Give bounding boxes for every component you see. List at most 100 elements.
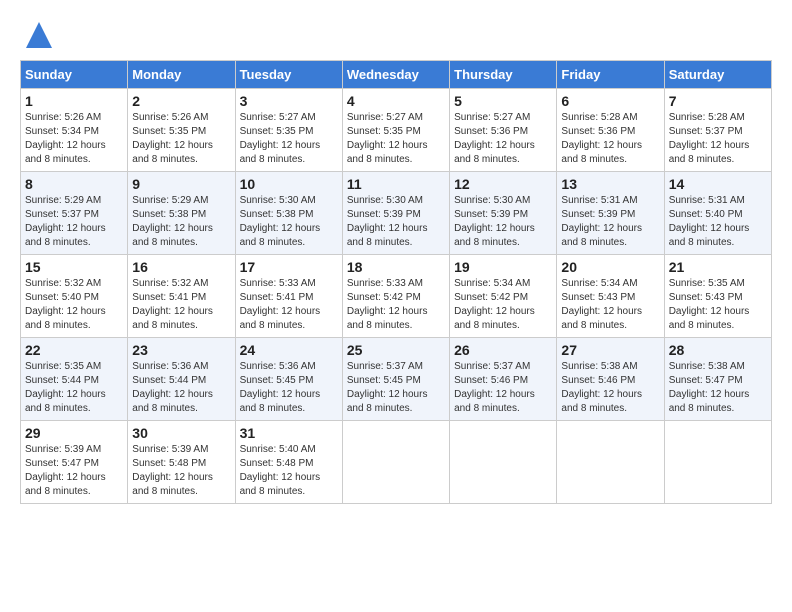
- day-number: 19: [454, 259, 552, 275]
- day-number: 21: [669, 259, 767, 275]
- day-info: Sunrise: 5:27 AMSunset: 5:35 PMDaylight:…: [347, 112, 428, 165]
- calendar-day-cell: 26 Sunrise: 5:37 AMSunset: 5:46 PMDaylig…: [450, 338, 557, 421]
- day-number: 31: [240, 425, 338, 441]
- day-info: Sunrise: 5:26 AMSunset: 5:35 PMDaylight:…: [132, 112, 213, 165]
- day-number: 2: [132, 93, 230, 109]
- calendar-day-cell: 17 Sunrise: 5:33 AMSunset: 5:41 PMDaylig…: [235, 255, 342, 338]
- day-info: Sunrise: 5:39 AMSunset: 5:47 PMDaylight:…: [25, 444, 106, 497]
- calendar-day-cell: 2 Sunrise: 5:26 AMSunset: 5:35 PMDayligh…: [128, 89, 235, 172]
- day-info: Sunrise: 5:28 AMSunset: 5:36 PMDaylight:…: [561, 112, 642, 165]
- day-info: Sunrise: 5:37 AMSunset: 5:46 PMDaylight:…: [454, 361, 535, 414]
- calendar-day-cell: 7 Sunrise: 5:28 AMSunset: 5:37 PMDayligh…: [664, 89, 771, 172]
- day-info: Sunrise: 5:30 AMSunset: 5:39 PMDaylight:…: [347, 195, 428, 248]
- day-info: Sunrise: 5:31 AMSunset: 5:39 PMDaylight:…: [561, 195, 642, 248]
- day-info: Sunrise: 5:36 AMSunset: 5:44 PMDaylight:…: [132, 361, 213, 414]
- logo-icon: [24, 20, 54, 50]
- calendar-day-cell: 14 Sunrise: 5:31 AMSunset: 5:40 PMDaylig…: [664, 172, 771, 255]
- day-info: Sunrise: 5:33 AMSunset: 5:41 PMDaylight:…: [240, 278, 321, 331]
- calendar-day-cell: 13 Sunrise: 5:31 AMSunset: 5:39 PMDaylig…: [557, 172, 664, 255]
- calendar-day-cell: 29 Sunrise: 5:39 AMSunset: 5:47 PMDaylig…: [21, 421, 128, 504]
- day-info: Sunrise: 5:30 AMSunset: 5:39 PMDaylight:…: [454, 195, 535, 248]
- day-of-week-header: Monday: [128, 61, 235, 89]
- day-number: 27: [561, 342, 659, 358]
- calendar: SundayMondayTuesdayWednesdayThursdayFrid…: [20, 60, 772, 504]
- calendar-day-cell: 9 Sunrise: 5:29 AMSunset: 5:38 PMDayligh…: [128, 172, 235, 255]
- day-number: 23: [132, 342, 230, 358]
- day-number: 9: [132, 176, 230, 192]
- day-info: Sunrise: 5:32 AMSunset: 5:41 PMDaylight:…: [132, 278, 213, 331]
- calendar-day-cell: [342, 421, 449, 504]
- day-number: 28: [669, 342, 767, 358]
- calendar-day-cell: 16 Sunrise: 5:32 AMSunset: 5:41 PMDaylig…: [128, 255, 235, 338]
- day-number: 1: [25, 93, 123, 109]
- day-number: 7: [669, 93, 767, 109]
- day-number: 11: [347, 176, 445, 192]
- day-info: Sunrise: 5:31 AMSunset: 5:40 PMDaylight:…: [669, 195, 750, 248]
- day-info: Sunrise: 5:28 AMSunset: 5:37 PMDaylight:…: [669, 112, 750, 165]
- day-number: 18: [347, 259, 445, 275]
- calendar-day-cell: 3 Sunrise: 5:27 AMSunset: 5:35 PMDayligh…: [235, 89, 342, 172]
- calendar-day-cell: 23 Sunrise: 5:36 AMSunset: 5:44 PMDaylig…: [128, 338, 235, 421]
- day-info: Sunrise: 5:27 AMSunset: 5:35 PMDaylight:…: [240, 112, 321, 165]
- day-number: 25: [347, 342, 445, 358]
- day-info: Sunrise: 5:34 AMSunset: 5:43 PMDaylight:…: [561, 278, 642, 331]
- day-number: 13: [561, 176, 659, 192]
- calendar-day-cell: 21 Sunrise: 5:35 AMSunset: 5:43 PMDaylig…: [664, 255, 771, 338]
- day-of-week-header: Wednesday: [342, 61, 449, 89]
- day-info: Sunrise: 5:29 AMSunset: 5:38 PMDaylight:…: [132, 195, 213, 248]
- calendar-header-row: SundayMondayTuesdayWednesdayThursdayFrid…: [21, 61, 772, 89]
- calendar-day-cell: 15 Sunrise: 5:32 AMSunset: 5:40 PMDaylig…: [21, 255, 128, 338]
- day-number: 15: [25, 259, 123, 275]
- calendar-day-cell: [450, 421, 557, 504]
- day-info: Sunrise: 5:40 AMSunset: 5:48 PMDaylight:…: [240, 444, 321, 497]
- day-info: Sunrise: 5:39 AMSunset: 5:48 PMDaylight:…: [132, 444, 213, 497]
- calendar-day-cell: 10 Sunrise: 5:30 AMSunset: 5:38 PMDaylig…: [235, 172, 342, 255]
- day-number: 14: [669, 176, 767, 192]
- day-number: 22: [25, 342, 123, 358]
- day-info: Sunrise: 5:29 AMSunset: 5:37 PMDaylight:…: [25, 195, 106, 248]
- day-info: Sunrise: 5:30 AMSunset: 5:38 PMDaylight:…: [240, 195, 321, 248]
- day-number: 12: [454, 176, 552, 192]
- calendar-week-row: 22 Sunrise: 5:35 AMSunset: 5:44 PMDaylig…: [21, 338, 772, 421]
- calendar-day-cell: [557, 421, 664, 504]
- day-number: 26: [454, 342, 552, 358]
- day-info: Sunrise: 5:32 AMSunset: 5:40 PMDaylight:…: [25, 278, 106, 331]
- calendar-day-cell: 1 Sunrise: 5:26 AMSunset: 5:34 PMDayligh…: [21, 89, 128, 172]
- calendar-day-cell: 22 Sunrise: 5:35 AMSunset: 5:44 PMDaylig…: [21, 338, 128, 421]
- calendar-week-row: 29 Sunrise: 5:39 AMSunset: 5:47 PMDaylig…: [21, 421, 772, 504]
- calendar-day-cell: 18 Sunrise: 5:33 AMSunset: 5:42 PMDaylig…: [342, 255, 449, 338]
- calendar-day-cell: 31 Sunrise: 5:40 AMSunset: 5:48 PMDaylig…: [235, 421, 342, 504]
- calendar-week-row: 1 Sunrise: 5:26 AMSunset: 5:34 PMDayligh…: [21, 89, 772, 172]
- day-number: 6: [561, 93, 659, 109]
- day-number: 24: [240, 342, 338, 358]
- day-info: Sunrise: 5:37 AMSunset: 5:45 PMDaylight:…: [347, 361, 428, 414]
- calendar-day-cell: 20 Sunrise: 5:34 AMSunset: 5:43 PMDaylig…: [557, 255, 664, 338]
- calendar-day-cell: 28 Sunrise: 5:38 AMSunset: 5:47 PMDaylig…: [664, 338, 771, 421]
- day-number: 17: [240, 259, 338, 275]
- header: [20, 20, 772, 50]
- day-info: Sunrise: 5:36 AMSunset: 5:45 PMDaylight:…: [240, 361, 321, 414]
- day-info: Sunrise: 5:38 AMSunset: 5:47 PMDaylight:…: [669, 361, 750, 414]
- day-number: 5: [454, 93, 552, 109]
- calendar-week-row: 15 Sunrise: 5:32 AMSunset: 5:40 PMDaylig…: [21, 255, 772, 338]
- day-info: Sunrise: 5:26 AMSunset: 5:34 PMDaylight:…: [25, 112, 106, 165]
- calendar-day-cell: 6 Sunrise: 5:28 AMSunset: 5:36 PMDayligh…: [557, 89, 664, 172]
- day-of-week-header: Thursday: [450, 61, 557, 89]
- calendar-day-cell: 27 Sunrise: 5:38 AMSunset: 5:46 PMDaylig…: [557, 338, 664, 421]
- calendar-day-cell: 8 Sunrise: 5:29 AMSunset: 5:37 PMDayligh…: [21, 172, 128, 255]
- logo: [20, 20, 54, 50]
- calendar-day-cell: [664, 421, 771, 504]
- day-of-week-header: Sunday: [21, 61, 128, 89]
- day-info: Sunrise: 5:35 AMSunset: 5:44 PMDaylight:…: [25, 361, 106, 414]
- day-info: Sunrise: 5:27 AMSunset: 5:36 PMDaylight:…: [454, 112, 535, 165]
- day-of-week-header: Tuesday: [235, 61, 342, 89]
- calendar-week-row: 8 Sunrise: 5:29 AMSunset: 5:37 PMDayligh…: [21, 172, 772, 255]
- calendar-day-cell: 30 Sunrise: 5:39 AMSunset: 5:48 PMDaylig…: [128, 421, 235, 504]
- day-number: 16: [132, 259, 230, 275]
- day-info: Sunrise: 5:35 AMSunset: 5:43 PMDaylight:…: [669, 278, 750, 331]
- day-of-week-header: Saturday: [664, 61, 771, 89]
- day-info: Sunrise: 5:34 AMSunset: 5:42 PMDaylight:…: [454, 278, 535, 331]
- calendar-day-cell: 19 Sunrise: 5:34 AMSunset: 5:42 PMDaylig…: [450, 255, 557, 338]
- day-info: Sunrise: 5:38 AMSunset: 5:46 PMDaylight:…: [561, 361, 642, 414]
- day-of-week-header: Friday: [557, 61, 664, 89]
